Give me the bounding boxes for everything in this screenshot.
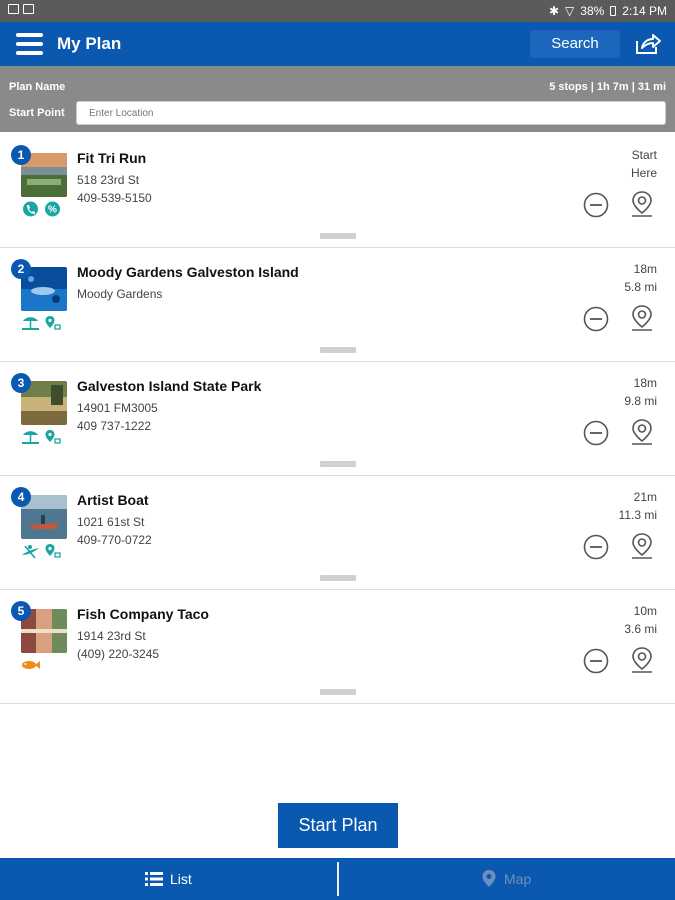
stop-name: Artist Boat [77,492,149,508]
map-pin-icon[interactable] [629,304,655,334]
stop-number-badge: 1 [11,145,31,165]
stop-phone: (409) 220-3245 [77,647,160,661]
location-info-icon [45,316,61,330]
tab-list[interactable]: List [0,858,337,900]
gallery-notification-icon [23,4,34,14]
remove-stop-icon[interactable] [583,192,609,218]
stop-address: Moody Gardens [77,287,163,301]
bluetooth-icon: ✱ [548,4,560,18]
stop-travel-info: 10m 3.6 mi [597,602,657,638]
stop-item[interactable]: 1 % Fit Tri Run 518 23rd St 409-539-5150… [0,134,675,248]
plan-info-bar: Plan Name 5 stops | 1h 7m | 31 mi Start … [0,66,675,132]
amenity-icons [21,543,62,559]
stop-address: 1914 23rd St [77,629,146,643]
drag-handle[interactable] [320,347,356,353]
stop-item[interactable]: 2 Moody Gardens Galveston Island Moody G… [0,248,675,362]
stop-name: Fish Company Taco [77,606,209,622]
stop-travel-time: 21m [633,490,657,504]
kayak-icon [22,545,39,559]
location-info-icon [45,430,61,444]
drag-handle[interactable] [320,461,356,467]
stop-phone: 409-770-0722 [77,533,152,547]
start-point-input[interactable] [76,101,666,125]
stop-address: 518 23rd St [77,173,140,187]
map-marker-icon [482,870,496,887]
menu-icon[interactable] [16,33,43,55]
start-point-label: Start Point [9,107,65,119]
location-info-icon [45,544,61,558]
amenity-icons [21,429,62,445]
tab-map-label: Map [504,871,532,887]
list-icon [145,872,163,886]
amenity-icons [21,315,62,331]
drag-handle[interactable] [320,689,356,695]
tab-list-label: List [170,871,192,887]
stop-item[interactable]: 5 Fish Company Taco 1914 23rd St (409) 2… [0,590,675,704]
stop-distance: 3.6 mi [624,622,657,636]
map-pin-icon[interactable] [629,418,655,448]
wifi-icon: ▽ [565,4,575,18]
discount-icon: % [45,201,60,217]
amenity-icons: % [21,201,62,217]
battery-level: 38% [580,4,605,18]
stop-distance: 5.8 mi [624,280,657,294]
battery-icon [610,6,617,16]
map-pin-icon[interactable] [629,532,655,562]
notification-icons [8,4,34,14]
stop-travel-info: Start Here [597,146,657,182]
stop-travel-info: 18m 9.8 mi [597,374,657,410]
app-header: My Plan Search [0,22,675,66]
stop-number-badge: 3 [11,373,31,393]
stop-phone: 409-539-5150 [77,191,152,205]
beach-icon [22,431,39,444]
remove-stop-icon[interactable] [583,420,609,446]
stop-item[interactable]: 4 Artist Boat 1021 61st St 409-770-0722 … [0,476,675,590]
stop-travel-time: Start [631,148,657,162]
remove-stop-icon[interactable] [583,534,609,560]
map-pin-icon[interactable] [629,190,655,220]
tab-map[interactable]: Map [339,858,675,900]
beach-icon [22,317,39,330]
stop-distance: Here [630,166,657,180]
page-title: My Plan [57,34,122,53]
stop-number-badge: 5 [11,601,31,621]
stop-number-badge: 4 [11,487,31,507]
clock: 2:14 PM [622,4,667,18]
image-notification-icon [8,4,19,14]
fish-icon [22,661,40,669]
remove-stop-icon[interactable] [583,648,609,674]
amenity-icons [21,657,40,673]
share-icon[interactable] [634,32,662,56]
stop-address: 14901 FM3005 [77,401,158,415]
drag-handle[interactable] [320,233,356,239]
search-button[interactable]: Search [530,30,620,58]
phone-icon [23,201,38,217]
stop-phone: 409 737-1222 [77,419,152,433]
svg-text:%: % [48,205,57,216]
stop-number-badge: 2 [11,259,31,279]
stop-travel-info: 21m 11.3 mi [597,488,657,524]
remove-stop-icon[interactable] [583,306,609,332]
stop-name: Fit Tri Run [77,150,147,166]
bottom-navigation: List Map [0,858,675,900]
stop-item[interactable]: 3 Galveston Island State Park 14901 FM30… [0,362,675,476]
drag-handle[interactable] [320,575,356,581]
stop-distance: 9.8 mi [624,394,657,408]
status-bar: ✱ ▽ 38% 2:14 PM [0,0,675,22]
start-plan-button[interactable]: Start Plan [278,803,398,848]
plan-stats: 5 stops | 1h 7m | 31 mi [549,81,666,93]
stop-travel-info: 18m 5.8 mi [597,260,657,296]
stop-address: 1021 61st St [77,515,145,529]
plan-name-label: Plan Name [9,81,66,93]
stop-travel-time: 18m [633,376,657,390]
stop-travel-time: 18m [633,262,657,276]
stop-travel-time: 10m [633,604,657,618]
stop-name: Moody Gardens Galveston Island [77,264,299,280]
map-pin-icon[interactable] [629,646,655,676]
stop-name: Galveston Island State Park [77,378,262,394]
stop-distance: 11.3 mi [618,508,657,522]
